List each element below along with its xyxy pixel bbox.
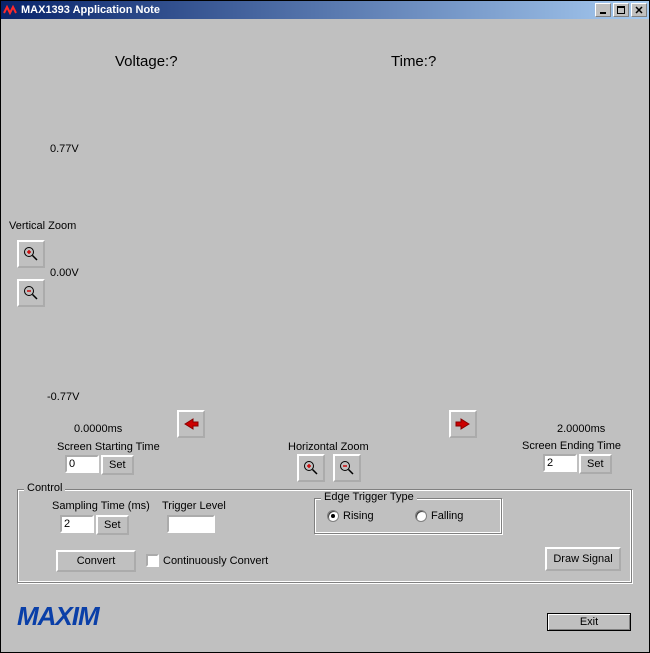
edge-falling-radio[interactable]: Falling bbox=[415, 510, 463, 522]
edge-rising-label: Rising bbox=[343, 510, 374, 522]
control-group: Control Sampling Time (ms) Set Trigger L… bbox=[17, 489, 632, 583]
voltage-readout: Voltage:? bbox=[115, 53, 178, 70]
exit-button[interactable]: Exit bbox=[547, 613, 631, 631]
vzoom-in-button[interactable] bbox=[17, 240, 45, 268]
radio-checked-icon bbox=[327, 510, 339, 522]
window-title: MAX1393 Application Note bbox=[21, 4, 593, 16]
maxim-logo: MAXIM bbox=[17, 601, 99, 632]
client-area: Voltage:? Time:? 0.77V 0.00V -0.77V Vert… bbox=[1, 19, 649, 652]
yaxis-top: 0.77V bbox=[50, 143, 79, 155]
horizontal-zoom-label: Horizontal Zoom bbox=[288, 441, 369, 453]
app-icon bbox=[3, 3, 17, 17]
sampling-time-label: Sampling Time (ms) bbox=[52, 500, 150, 512]
hzoom-in-button[interactable] bbox=[297, 454, 325, 482]
app-window: MAX1393 Application Note Voltage:? Time:… bbox=[0, 0, 650, 653]
xaxis-start: 0.0000ms bbox=[74, 423, 122, 435]
zoom-out-icon bbox=[339, 460, 355, 476]
vzoom-out-button[interactable] bbox=[17, 279, 45, 307]
start-time-set-button[interactable]: Set bbox=[101, 455, 134, 475]
end-time-input[interactable] bbox=[543, 454, 577, 472]
time-label: Time: bbox=[391, 53, 428, 70]
trigger-level-label: Trigger Level bbox=[162, 500, 226, 512]
control-legend: Control bbox=[24, 482, 65, 494]
arrow-right-icon bbox=[455, 417, 471, 431]
yaxis-mid: 0.00V bbox=[50, 267, 79, 279]
close-button[interactable] bbox=[631, 3, 647, 17]
edge-trigger-legend: Edge Trigger Type bbox=[321, 491, 417, 503]
end-time-set-button[interactable]: Set bbox=[579, 454, 612, 474]
zoom-in-icon bbox=[303, 460, 319, 476]
yaxis-bottom: -0.77V bbox=[47, 391, 79, 403]
pan-left-button[interactable] bbox=[177, 410, 205, 438]
voltage-label: Voltage: bbox=[115, 53, 169, 70]
start-time-label: Screen Starting Time bbox=[57, 441, 160, 453]
zoom-out-icon bbox=[23, 285, 39, 301]
checkbox-icon bbox=[146, 554, 159, 567]
time-value: ? bbox=[428, 53, 436, 70]
continuously-convert-checkbox[interactable]: Continuously Convert bbox=[146, 554, 268, 567]
draw-signal-button[interactable]: Draw Signal bbox=[545, 547, 621, 571]
start-time-input[interactable] bbox=[65, 455, 99, 473]
maximize-button[interactable] bbox=[613, 3, 629, 17]
voltage-value: ? bbox=[169, 53, 177, 70]
time-readout: Time:? bbox=[391, 53, 436, 70]
hzoom-out-button[interactable] bbox=[333, 454, 361, 482]
radio-unchecked-icon bbox=[415, 510, 427, 522]
vertical-zoom-label: Vertical Zoom bbox=[9, 220, 76, 232]
end-time-label: Screen Ending Time bbox=[522, 440, 621, 452]
zoom-in-icon bbox=[23, 246, 39, 262]
edge-rising-radio[interactable]: Rising bbox=[327, 510, 374, 522]
edge-falling-label: Falling bbox=[431, 510, 463, 522]
arrow-left-icon bbox=[183, 417, 199, 431]
window-buttons bbox=[593, 3, 647, 17]
xaxis-end: 2.0000ms bbox=[557, 423, 605, 435]
titlebar: MAX1393 Application Note bbox=[1, 1, 649, 19]
edge-trigger-group: Edge Trigger Type Rising Falling bbox=[314, 498, 502, 534]
pan-right-button[interactable] bbox=[449, 410, 477, 438]
minimize-button[interactable] bbox=[595, 3, 611, 17]
sampling-time-set-button[interactable]: Set bbox=[96, 515, 129, 535]
trigger-level-input[interactable] bbox=[167, 515, 215, 533]
sampling-time-input[interactable] bbox=[60, 515, 94, 533]
convert-button[interactable]: Convert bbox=[56, 550, 136, 572]
continuously-convert-label: Continuously Convert bbox=[163, 555, 268, 567]
